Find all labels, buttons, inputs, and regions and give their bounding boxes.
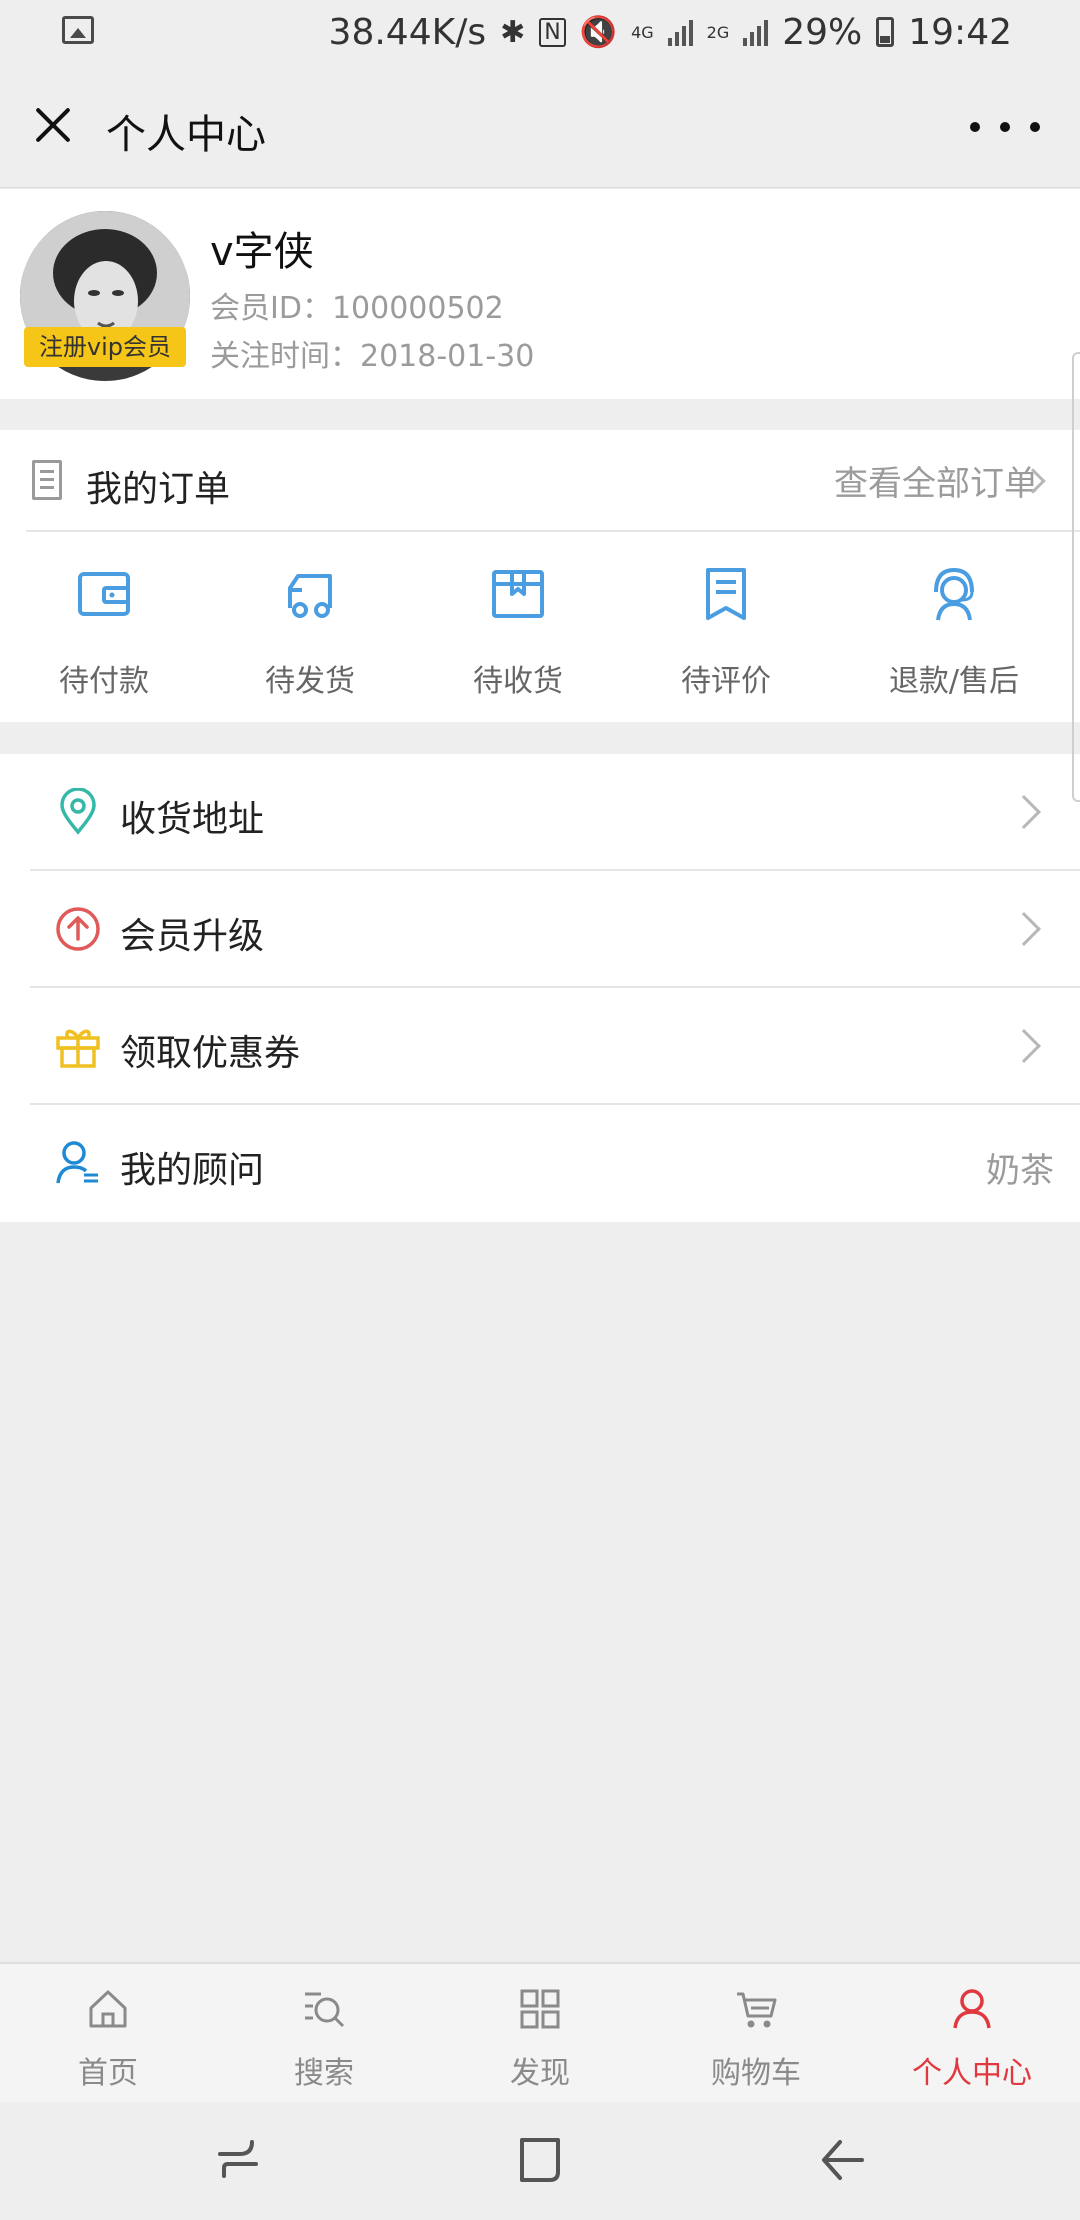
- battery-percent: 29%: [782, 11, 863, 53]
- tab-search[interactable]: 搜索: [216, 1964, 432, 2104]
- grid-icon: [520, 1989, 560, 2029]
- advisor-icon: [56, 1141, 98, 1184]
- menu-item-label: 收货地址: [120, 799, 265, 840]
- page-title: 个人中心: [106, 112, 266, 158]
- tab-profile[interactable]: 个人中心: [864, 1964, 1080, 2104]
- title-bar: 个人中心: [0, 64, 1080, 188]
- tab-label: 个人中心: [912, 2056, 1032, 2091]
- edge-panel-handle[interactable]: [1072, 352, 1080, 802]
- chevron-right-icon: [1007, 1029, 1041, 1063]
- order-status-label: 待评价: [681, 664, 771, 699]
- order-pending-payment[interactable]: 待付款: [14, 534, 194, 722]
- follow-time: 关注时间：2018-01-30: [210, 339, 535, 374]
- document-icon: [32, 460, 62, 500]
- profile-name: v字侠: [210, 229, 314, 275]
- settings-menu: 收货地址 会员升级 领取优惠券 我的顾问 奶茶: [0, 754, 1080, 1222]
- tab-label: 购物车: [711, 2056, 801, 2091]
- back-icon[interactable]: [810, 2128, 874, 2192]
- cart-icon: [737, 1992, 777, 2028]
- menu-item-address[interactable]: 收货地址: [30, 754, 1080, 871]
- menu-item-label: 领取优惠券: [120, 1033, 301, 1074]
- tab-home[interactable]: 首页: [0, 1964, 216, 2104]
- advisor-name: 奶茶: [986, 1151, 1054, 1191]
- upgrade-arrow-icon: [56, 907, 100, 951]
- tab-cart[interactable]: 购物车: [648, 1964, 864, 2104]
- home-icon: [89, 1990, 127, 2028]
- network-2g: 2G: [706, 22, 730, 42]
- network-4g: 4G: [631, 22, 654, 42]
- location-pin-icon: [60, 788, 96, 835]
- more-dots-icon[interactable]: [970, 112, 1040, 142]
- wallet-icon: [78, 572, 130, 616]
- tab-label: 搜索: [294, 2056, 354, 2091]
- mute-icon: 🔇: [579, 14, 618, 50]
- package-icon: [492, 570, 544, 618]
- vip-register-badge[interactable]: 注册vip会员: [24, 327, 186, 367]
- member-id: 会员ID：100000502: [210, 291, 504, 326]
- menu-item-label: 我的顾问: [120, 1150, 265, 1191]
- orders-section: 我的订单 查看全部订单 待付款 待发货 待收货 待评价 退款/售后: [0, 430, 1080, 722]
- order-status-label: 待收货: [473, 664, 563, 699]
- order-pending-review[interactable]: 待评价: [636, 534, 816, 722]
- chevron-right-icon: [1007, 795, 1041, 829]
- bottom-tab-bar: 首页 搜索 发现 购物车 个人中心: [0, 1962, 1080, 2102]
- battery-icon: [876, 17, 895, 47]
- order-status-row: 待付款 待发货 待收货 待评价 退款/售后: [0, 534, 1080, 722]
- review-icon: [706, 568, 746, 620]
- image-icon: [62, 16, 94, 44]
- system-nav-bar: [0, 2102, 1080, 2220]
- user-icon: [953, 1989, 991, 2029]
- customer-service-icon: [934, 567, 974, 621]
- gift-icon: [56, 1029, 100, 1068]
- signal-icon: [667, 18, 693, 46]
- search-icon: [305, 1992, 345, 2028]
- tab-label: 首页: [78, 2056, 138, 2091]
- chevron-right-icon: [1007, 912, 1041, 946]
- view-all-orders-link[interactable]: 查看全部订单: [834, 456, 1038, 505]
- menu-item-advisor[interactable]: 我的顾问 奶茶: [30, 1105, 1080, 1222]
- clock: 19:42: [908, 11, 1012, 53]
- truck-icon: [288, 574, 332, 618]
- menu-item-upgrade[interactable]: 会员升级: [30, 871, 1080, 988]
- order-status-label: 退款/售后: [888, 664, 1020, 699]
- order-pending-receipt[interactable]: 待收货: [428, 534, 608, 722]
- order-pending-shipment[interactable]: 待发货: [220, 534, 400, 722]
- signal-icon: [743, 18, 769, 46]
- bluetooth-icon: ✱: [500, 14, 526, 50]
- status-right: 38.44K/s ✱ N 🔇 4G 2G 29% 19:42: [329, 10, 1012, 54]
- menu-item-label: 会员升级: [120, 916, 265, 957]
- order-refund-aftersale[interactable]: 退款/售后: [864, 534, 1044, 722]
- menu-item-coupon[interactable]: 领取优惠券: [30, 988, 1080, 1105]
- profile-card: 注册vip会员 v字侠 会员ID：100000502 关注时间：2018-01-…: [0, 189, 1080, 399]
- orders-title: 我的订单: [86, 469, 231, 510]
- nfc-icon: N: [539, 17, 566, 47]
- tab-discover[interactable]: 发现: [432, 1964, 648, 2104]
- status-bar: 38.44K/s ✱ N 🔇 4G 2G 29% 19:42: [0, 0, 1080, 64]
- close-icon[interactable]: [24, 96, 82, 154]
- network-speed: 38.44K/s: [328, 11, 487, 53]
- tab-label: 发现: [510, 2056, 570, 2091]
- home-square-icon[interactable]: [508, 2128, 572, 2192]
- order-status-label: 待付款: [59, 664, 149, 699]
- recents-icon[interactable]: [206, 2128, 270, 2192]
- orders-header[interactable]: 我的订单 查看全部订单: [26, 430, 1080, 532]
- order-status-label: 待发货: [265, 664, 355, 699]
